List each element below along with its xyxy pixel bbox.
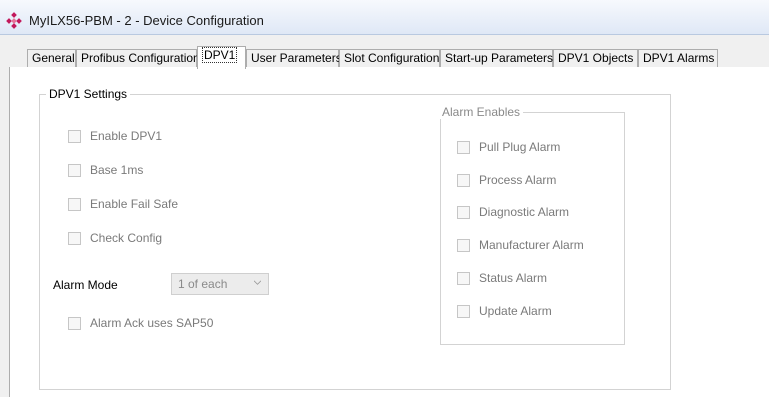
checkbox-box[interactable] [457, 174, 470, 187]
chevron-down-icon [254, 280, 261, 285]
tab-label: General [32, 51, 75, 65]
left-margin [0, 67, 9, 397]
checkbox-label: Update Alarm [479, 304, 552, 318]
tab-strip: General Profibus Configuration DPV1 User… [0, 46, 769, 69]
checkbox-box[interactable] [457, 272, 470, 285]
tab-general[interactable]: General [27, 49, 76, 68]
tab-label: DPV1 [202, 47, 238, 63]
tab-dpv1-objects[interactable]: DPV1 Objects [553, 49, 638, 68]
tab-slot-configuration[interactable]: Slot Configuration [339, 49, 440, 68]
checkbox-box[interactable] [68, 198, 81, 211]
tab-content-panel: DPV1 Settings Enable DPV1 Base 1ms Enabl… [9, 67, 769, 397]
tab-label: DPV1 Alarms [643, 51, 715, 65]
checkbox-label: Check Config [90, 231, 163, 245]
alarm-mode-label: Alarm Mode [53, 278, 118, 292]
checkbox-label: Process Alarm [479, 173, 557, 187]
tab-label: DPV1 Objects [558, 51, 634, 65]
checkbox-box[interactable] [457, 141, 470, 154]
checkbox-box[interactable] [457, 239, 470, 252]
alarm-enables-legend: Alarm Enables [439, 105, 524, 119]
window-title: MyILX56-PBM - 2 - Device Configuration [29, 13, 264, 28]
checkbox-box[interactable] [68, 164, 81, 177]
tab-label: Profibus Configuration [81, 51, 200, 65]
alarm-mode-select[interactable]: 1 of each [171, 273, 269, 295]
checkbox-label: Status Alarm [479, 271, 548, 285]
tab-user-parameters[interactable]: User Parameters [246, 49, 342, 68]
checkbox-label: Base 1ms [90, 163, 144, 177]
alarm-enables-group: Alarm Enables Pull Plug Alarm Process Al… [439, 105, 625, 345]
checkbox-box[interactable] [68, 317, 81, 330]
checkbox-label: Alarm Ack uses SAP50 [90, 316, 214, 330]
checkbox-label: Enable Fail Safe [90, 197, 179, 211]
title-bar: MyILX56-PBM - 2 - Device Configuration [0, 0, 769, 35]
checkbox-label: Manufacturer Alarm [479, 238, 584, 252]
alarm-mode-value: 1 of each [178, 277, 228, 291]
tab-dpv1-alarms[interactable]: DPV1 Alarms [638, 49, 718, 68]
checkbox-box[interactable] [68, 130, 81, 143]
checkbox-box[interactable] [457, 206, 470, 219]
tab-label: Slot Configuration [344, 51, 440, 65]
dpv1-settings-legend: DPV1 Settings [46, 87, 131, 101]
tab-profibus-configuration[interactable]: Profibus Configuration [76, 49, 200, 68]
tab-dpv1[interactable]: DPV1 [197, 46, 246, 69]
prosoft-diamond-icon [6, 12, 22, 29]
checkbox-label: Pull Plug Alarm [479, 140, 561, 154]
checkbox-label: Enable DPV1 [90, 129, 163, 143]
checkbox-label: Diagnostic Alarm [479, 205, 570, 219]
checkbox-box[interactable] [457, 305, 470, 318]
tab-label: User Parameters [251, 51, 342, 65]
tab-label: Start-up Parameters [445, 51, 554, 65]
tab-startup-parameters[interactable]: Start-up Parameters [440, 49, 553, 68]
checkbox-box[interactable] [68, 232, 81, 245]
